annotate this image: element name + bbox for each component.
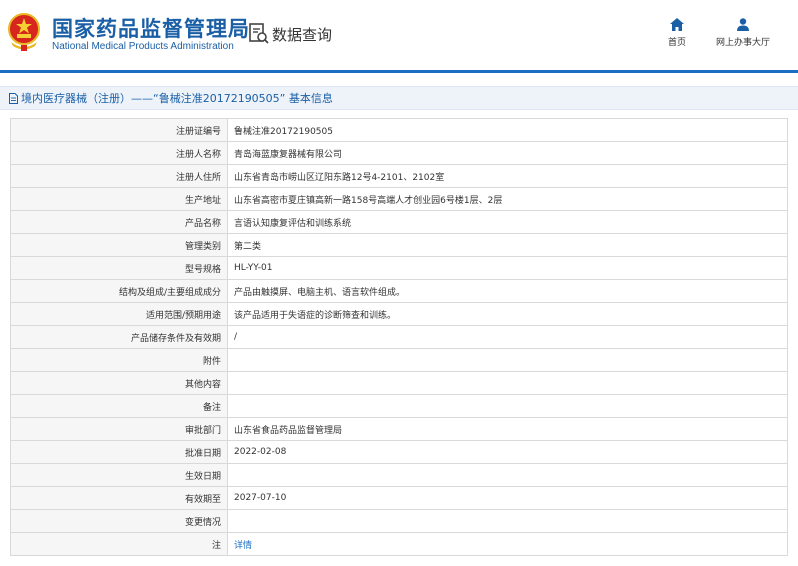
- field-value: [227, 371, 788, 395]
- breadcrumb-text: 境内医疗器械（注册）——“鲁械注准20172190505” 基本信息: [21, 92, 333, 105]
- field-label: 审批部门: [10, 417, 228, 441]
- table-row: 产品名称 言语认知康复评估和训练系统: [10, 210, 788, 234]
- breadcrumb: 境内医疗器械（注册）——“鲁械注准20172190505” 基本信息: [0, 86, 798, 110]
- table-row-note: 注详情: [10, 532, 788, 556]
- table-row: 批准日期 2022-02-08: [10, 440, 788, 464]
- table-row: 附件: [10, 348, 788, 372]
- field-label: 备注: [10, 394, 228, 418]
- field-value: 2027-07-10: [227, 486, 788, 510]
- table-row: 生产地址 山东省高密市夏庄镇高新一路158号高端人才创业园6号楼1层、2层: [10, 187, 788, 211]
- field-value: 山东省食品药品监督管理局: [227, 417, 788, 441]
- table-row: 变更情况: [10, 509, 788, 533]
- field-value: [227, 463, 788, 487]
- field-label: 生产地址: [10, 187, 228, 211]
- table-row: 管理类别 第二类: [10, 233, 788, 257]
- field-value: 言语认知康复评估和训练系统: [227, 210, 788, 234]
- table-row: 注册证编号 鲁械注准20172190505: [10, 118, 788, 142]
- field-value: 产品由触摸屏、电脑主机、语言软件组成。: [227, 279, 788, 303]
- field-label: 结构及组成/主要组成成分: [10, 279, 228, 303]
- field-value: 2022-02-08: [227, 440, 788, 464]
- field-label: 注册人名称: [10, 141, 228, 165]
- nav-home[interactable]: 首页: [662, 18, 692, 48]
- nav-home-label: 首页: [667, 38, 686, 48]
- table-row: 有效期至 2027-07-10: [10, 486, 788, 510]
- national-emblem-icon: [8, 13, 40, 51]
- field-value: /: [227, 325, 788, 349]
- site-header: 国家药品监督管理局 National Medical Products Admi…: [0, 0, 798, 70]
- field-label: 适用范围/预期用途: [10, 302, 228, 326]
- table-row: 生效日期: [10, 463, 788, 487]
- field-label: 生效日期: [10, 463, 228, 487]
- data-query-link[interactable]: 数据查询: [248, 21, 332, 47]
- field-label: 其他内容: [10, 371, 228, 395]
- home-icon: [670, 18, 684, 31]
- field-label: 有效期至: [10, 486, 228, 510]
- field-label: 变更情况: [10, 509, 228, 533]
- brand-title-cn: 国家药品监督管理局: [52, 17, 250, 41]
- field-value: [227, 509, 788, 533]
- table-row: 审批部门 山东省食品药品监督管理局: [10, 417, 788, 441]
- table-row: 注册人住所 山东省青岛市崂山区辽阳东路12号4-2101、2102室: [10, 164, 788, 188]
- field-value: 详情: [227, 532, 788, 556]
- table-row: 产品储存条件及有效期 /: [10, 325, 788, 349]
- table-row: 适用范围/预期用途 该产品适用于失语症的诊断筛查和训练。: [10, 302, 788, 326]
- document-icon: [9, 92, 18, 104]
- field-label: 注: [10, 532, 228, 556]
- field-label: 产品名称: [10, 210, 228, 234]
- table-row: 结构及组成/主要组成成分 产品由触摸屏、电脑主机、语言软件组成。: [10, 279, 788, 303]
- field-label: 产品储存条件及有效期: [10, 325, 228, 349]
- field-label: 型号规格: [10, 256, 228, 280]
- data-search-icon: [249, 23, 269, 44]
- table-row: 型号规格 HL-YY-01: [10, 256, 788, 280]
- data-query-label: 数据查询: [272, 25, 333, 44]
- field-value: 该产品适用于失语症的诊断筛查和训练。: [227, 302, 788, 326]
- details-link[interactable]: 详情: [234, 541, 252, 551]
- field-value: 山东省青岛市崂山区辽阳东路12号4-2101、2102室: [227, 164, 788, 188]
- user-icon: [737, 18, 749, 31]
- field-label: 批准日期: [10, 440, 228, 464]
- field-value: HL-YY-01: [227, 256, 788, 280]
- field-value: [227, 394, 788, 418]
- table-row: 其他内容: [10, 371, 788, 395]
- field-label: 管理类别: [10, 233, 228, 257]
- field-label: 注册人住所: [10, 164, 228, 188]
- field-value: 鲁械注准20172190505: [227, 118, 788, 142]
- field-value: 第二类: [227, 233, 788, 257]
- nav-online-hall-label: 网上办事大厅: [715, 38, 770, 48]
- table-row: 注册人名称 青岛海蓝康复器械有限公司: [10, 141, 788, 165]
- field-label: 附件: [10, 348, 228, 372]
- field-value: [227, 348, 788, 372]
- field-value: 青岛海蓝康复器械有限公司: [227, 141, 788, 165]
- table-row: 备注: [10, 394, 788, 418]
- registration-info-table: 注册证编号 鲁械注准20172190505 注册人名称 青岛海蓝康复器械有限公司 注册人…: [10, 118, 788, 556]
- nav-online-hall[interactable]: 网上办事大厅: [710, 18, 776, 48]
- header-divider: [0, 70, 798, 73]
- field-label: 注册证编号: [10, 118, 228, 142]
- field-value: 山东省高密市夏庄镇高新一路158号高端人才创业园6号楼1层、2层: [227, 187, 788, 211]
- brand-title-en: National Medical Products Administration: [52, 41, 234, 52]
